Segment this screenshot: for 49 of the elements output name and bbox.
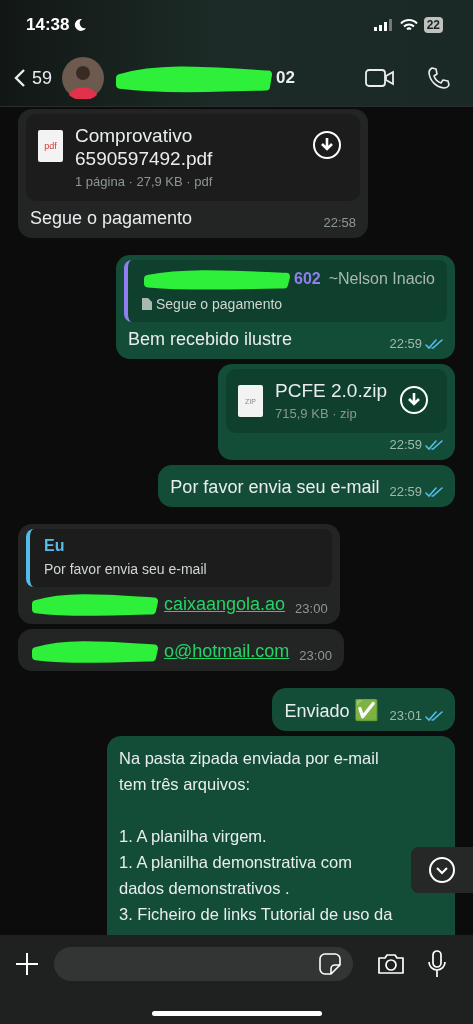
back-icon bbox=[14, 68, 26, 88]
wifi-icon bbox=[399, 18, 418, 32]
back-button[interactable]: 59 bbox=[14, 67, 53, 89]
signal-icon bbox=[373, 19, 394, 31]
download-icon[interactable] bbox=[399, 385, 429, 415]
message-time: 22:59 bbox=[389, 484, 422, 499]
avatar-icon[interactable] bbox=[62, 57, 105, 99]
message-text: Na pasta zipada enviada por e-mail tem três arquivos: 1. A planilha virgem. 1. A planilha demonstrativa com dados demonstrativos . 3. Ficheiro de links Tutorial de uso da bbox=[119, 748, 394, 925]
contact-name[interactable]: 02 bbox=[276, 68, 295, 88]
message-time: 22:58 bbox=[323, 215, 356, 230]
check-emoji: ✅ bbox=[354, 699, 380, 721]
message-text: Segue o pagamento bbox=[30, 207, 193, 230]
quote-author: Eu bbox=[44, 537, 65, 555]
file-details: 1 página · 27,9 KB · pdf bbox=[75, 174, 214, 189]
video-call-icon[interactable] bbox=[365, 68, 395, 88]
sticker-icon[interactable] bbox=[319, 953, 341, 975]
camera-icon[interactable] bbox=[377, 952, 405, 976]
document-icon bbox=[142, 298, 152, 310]
battery-level: 22 bbox=[423, 17, 443, 33]
status-time: 14:38 bbox=[26, 15, 70, 35]
phone-icon[interactable] bbox=[427, 66, 451, 90]
scroll-down-button[interactable] bbox=[411, 847, 473, 893]
file-type-icon: pdf bbox=[38, 130, 63, 162]
message-text: Bem recebido ilustre bbox=[128, 328, 293, 351]
plus-icon[interactable] bbox=[14, 951, 40, 977]
quote-author-note: ~Nelson Inacio bbox=[328, 270, 435, 288]
email-link[interactable]: o@hotmail.com bbox=[164, 638, 290, 664]
message-time: 23:00 bbox=[299, 648, 332, 663]
download-icon[interactable] bbox=[312, 130, 342, 160]
message-time: 22:59 bbox=[389, 437, 422, 452]
quote-author: 602 bbox=[294, 270, 321, 288]
file-name: Comprovativo 6590597492.pdf bbox=[75, 124, 214, 170]
quoted-message[interactable]: 602 ~Nelson Inacio Segue o pagamento bbox=[124, 260, 447, 322]
message-time: 23:00 bbox=[295, 601, 328, 616]
quote-text: Por favor envia seu e-mail bbox=[44, 561, 207, 577]
microphone-icon[interactable] bbox=[427, 950, 447, 978]
message-input-field[interactable] bbox=[54, 947, 353, 981]
moon-icon bbox=[73, 18, 88, 32]
message-time: 23:01 bbox=[389, 708, 422, 723]
quoted-message[interactable]: Eu Por favor envia seu e-mail bbox=[26, 529, 332, 587]
message-text: Por favor envia seu e-mail bbox=[170, 476, 380, 499]
file-name: PCFE 2.0.zip bbox=[275, 379, 387, 402]
message-text: Enviado ✅ bbox=[284, 698, 380, 723]
quote-text: Segue o pagamento bbox=[156, 296, 283, 312]
chevron-down-icon bbox=[428, 856, 456, 884]
file-details: 715,9 KB · zip bbox=[275, 406, 358, 421]
message-time: 22:59 bbox=[389, 336, 422, 351]
file-card[interactable]: pdf Comprovativo 6590597492.pdf 1 página · 27,9 KB · pdf bbox=[26, 114, 360, 201]
email-link[interactable]: caixaangola.ao bbox=[164, 591, 286, 617]
